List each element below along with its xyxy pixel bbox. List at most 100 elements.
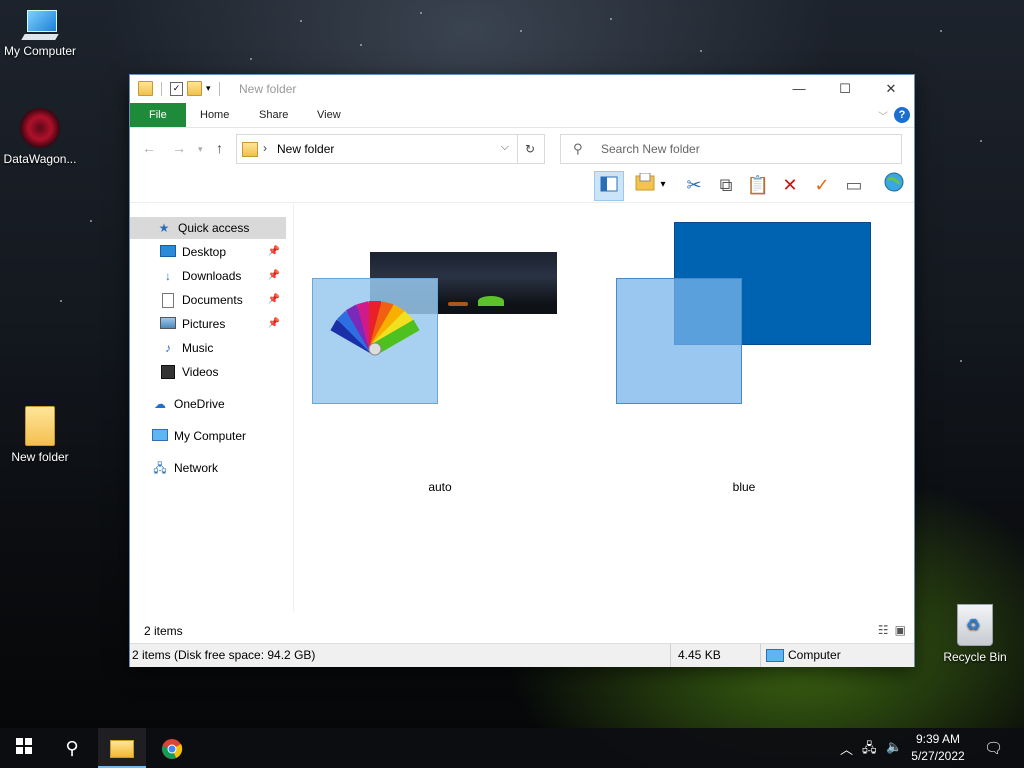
taskbar: ⚲ ︿ 🖧 🔈 9:39 AM 5/27/2022 🗨 — [0, 728, 1024, 768]
customize-qat-icon[interactable]: ▾ — [206, 83, 211, 94]
file-list: auto blue — [294, 202, 914, 617]
file-explorer-icon — [110, 740, 134, 759]
nav-label: Downloads — [182, 269, 242, 283]
address-dropdown-icon[interactable]: ⌵ — [501, 141, 509, 154]
desktop-icon — [160, 245, 176, 259]
desktop-icon-my-computer[interactable]: My Computer — [0, 10, 80, 58]
nav-music[interactable]: ♪ Music — [160, 337, 286, 359]
back-arrow-icon[interactable]: ← — [142, 140, 156, 156]
location-label: Computer — [788, 648, 841, 662]
file-thumbnail-blue — [616, 278, 742, 404]
nav-label: My Computer — [174, 429, 247, 443]
refresh-button[interactable]: ↻ — [516, 134, 545, 164]
desktop-icon-recycle-bin[interactable]: Recycle Bin — [935, 604, 1015, 664]
desktop-icon-datawagon[interactable]: DataWagon... — [0, 108, 80, 166]
breadcrumb-chevron-icon[interactable]: › — [263, 141, 267, 155]
recent-locations-icon[interactable]: ▾ — [198, 144, 203, 155]
cloud-icon: ☁ — [154, 397, 166, 411]
video-icon — [160, 365, 176, 379]
item-count: 2 items — [144, 624, 183, 638]
nav-videos[interactable]: Videos — [160, 361, 286, 383]
search-button[interactable]: ⚲ — [48, 728, 96, 768]
notifications-icon[interactable]: 🗨 — [984, 739, 1003, 757]
minimize-button[interactable]: — — [776, 75, 822, 103]
file-name-auto[interactable]: auto — [380, 480, 500, 494]
details-view-icon[interactable]: ☷ — [878, 623, 889, 637]
address-bar[interactable]: › New folder ⌵ — [236, 134, 518, 164]
start-button[interactable] — [0, 728, 48, 768]
new-folder-icon[interactable] — [187, 81, 202, 96]
show-hidden-icons[interactable]: ︿ — [840, 739, 853, 758]
nav-documents[interactable]: Documents 📌 — [160, 289, 286, 311]
file-item-blue[interactable] — [614, 222, 874, 404]
paste-icon[interactable]: 📋 — [744, 171, 772, 199]
file-name-blue[interactable]: blue — [684, 480, 804, 494]
selection-size: 4.45 KB — [678, 648, 721, 662]
title-bar[interactable]: ✓ ▾ New folder — ☐ ✕ — [130, 75, 914, 103]
pin-icon: 📌 — [267, 294, 280, 305]
delete-icon[interactable]: ✕ — [776, 171, 804, 199]
nav-pictures[interactable]: Pictures 📌 — [160, 313, 286, 335]
desktop-icon-label: DataWagon... — [3, 152, 77, 166]
clock[interactable]: 9:39 AM 5/27/2022 — [906, 731, 970, 765]
large-icons-view-icon[interactable]: ▣ — [895, 623, 906, 637]
navigation-pane: ★ Quick access Desktop 📌 ↓ Downloads 📌 D… — [130, 202, 293, 612]
folder-icon — [242, 142, 258, 157]
up-arrow-icon[interactable]: ↑ — [216, 140, 223, 156]
properties-icon[interactable]: ✓ — [170, 81, 183, 96]
explorer-window: ✓ ▾ New folder — ☐ ✕ File Home Share Vie… — [130, 75, 914, 667]
help-icon[interactable]: ? — [894, 107, 910, 123]
custom-toolbar: ▾ ✂ ⧉ 📋 ✕ ✓ ▭ — [130, 168, 914, 203]
forward-arrow-icon[interactable]: → — [172, 140, 186, 156]
cut-icon[interactable]: ✂ — [680, 171, 708, 199]
nav-downloads[interactable]: ↓ Downloads 📌 — [160, 265, 286, 287]
nav-label: Network — [174, 461, 219, 475]
nav-label: Pictures — [182, 317, 226, 331]
pin-icon: 📌 — [267, 318, 280, 329]
navigation-bar: ← → ▾ ↑ › New folder ⌵ ↻ ⚲ Search New fo… — [130, 128, 914, 168]
ribbon-tabs: File Home Share View ﹀ ? — [130, 103, 914, 128]
window-title: New folder — [239, 82, 297, 96]
breadcrumb-current[interactable]: New folder — [277, 142, 334, 156]
checkmark-icon[interactable]: ✓ — [808, 171, 836, 199]
preview-pane-button[interactable] — [594, 171, 624, 201]
close-button[interactable]: ✕ — [868, 75, 914, 103]
desktop-icon-label: Recycle Bin — [943, 650, 1007, 664]
tab-view[interactable]: View — [303, 103, 355, 127]
pin-icon: 📌 — [267, 270, 280, 281]
folder-icon — [138, 81, 153, 96]
file-thumbnail-auto — [312, 278, 438, 404]
tab-home[interactable]: Home — [186, 103, 243, 127]
search-box[interactable]: ⚲ Search New folder — [560, 134, 902, 164]
volume-icon[interactable]: 🔈 — [886, 739, 902, 755]
taskbar-chrome[interactable] — [148, 728, 196, 768]
star-icon: ★ — [158, 221, 170, 235]
maximize-button[interactable]: ☐ — [822, 75, 868, 103]
tab-share[interactable]: Share — [245, 103, 302, 127]
copy-icon[interactable]: ⧉ — [712, 171, 740, 199]
location-zone: Computer — [766, 648, 841, 662]
rename-icon[interactable]: ▭ — [840, 171, 868, 199]
desktop-icon-new-folder[interactable]: New folder — [0, 406, 80, 464]
folder-icon — [25, 406, 55, 446]
network-icon[interactable]: 🖧 — [862, 739, 877, 761]
nav-my-computer[interactable]: My Computer — [152, 425, 286, 447]
globe-icon[interactable] — [880, 171, 908, 199]
nav-quick-access[interactable]: ★ Quick access — [130, 217, 286, 239]
clock-time: 9:39 AM — [915, 732, 961, 746]
status-bar: 2 items ☷ ▣ — [130, 619, 914, 643]
dropdown-arrow-icon[interactable]: ▾ — [656, 171, 670, 199]
document-icon — [160, 293, 176, 308]
expand-ribbon-icon[interactable]: ﹀ — [878, 108, 888, 123]
taskbar-file-explorer[interactable] — [98, 728, 146, 768]
recycle-bin-icon — [957, 604, 993, 646]
nav-label: Videos — [182, 365, 219, 379]
nav-desktop[interactable]: Desktop 📌 — [160, 241, 286, 263]
nav-network[interactable]: 🖧 Network — [152, 457, 286, 479]
tab-file[interactable]: File — [130, 103, 186, 127]
nav-label: Music — [182, 341, 214, 355]
search-icon: ⚲ — [573, 141, 583, 156]
search-input[interactable]: Search New folder — [601, 142, 700, 156]
file-item-auto[interactable] — [310, 222, 560, 404]
nav-onedrive[interactable]: ☁ OneDrive — [152, 393, 286, 415]
